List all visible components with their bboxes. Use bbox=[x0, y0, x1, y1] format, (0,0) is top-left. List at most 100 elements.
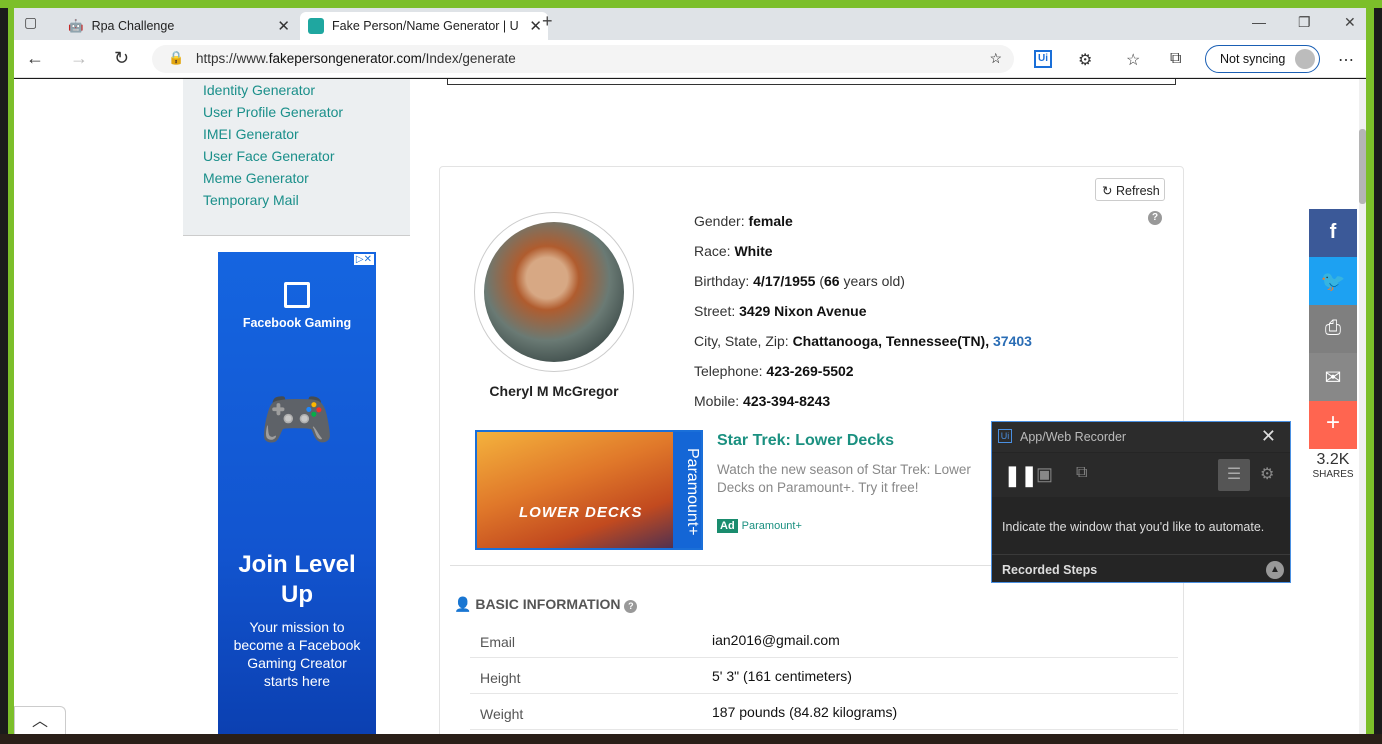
top-ad-frame bbox=[447, 79, 1176, 85]
person-name: Cheryl M McGregor bbox=[489, 383, 619, 399]
tab-title: Rpa Challenge bbox=[91, 19, 175, 33]
recorded-steps-panel[interactable]: Recorded Steps ▲ bbox=[992, 554, 1290, 584]
window-border-top bbox=[0, 0, 1382, 8]
ad-badge: Ad bbox=[717, 519, 738, 533]
facebook-gaming-ad[interactable]: ▷✕ Facebook Gaming 🎮 Join Level Up Your … bbox=[218, 252, 376, 734]
row-label: Height bbox=[480, 670, 521, 686]
save-icon[interactable]: ▣ bbox=[1036, 464, 1053, 485]
screen: ▢ 🤖 Rpa Challenge ✕ Fake Person/Name Gen… bbox=[0, 0, 1382, 744]
tab-fake-person-generator[interactable]: Fake Person/Name Generator | U ✕ bbox=[300, 12, 548, 40]
extensions-icon[interactable]: ⚙ bbox=[1078, 50, 1092, 70]
nav-link-temporary-mail[interactable]: Temporary Mail bbox=[203, 192, 299, 208]
basic-information-heading: 👤 BASIC INFORMATION ? bbox=[454, 596, 638, 613]
gender-field: Gender: female bbox=[694, 213, 793, 229]
email-share-button[interactable]: ✉ bbox=[1309, 353, 1357, 401]
table-row: Height 5' 3" (161 centimeters) bbox=[470, 658, 1178, 694]
refresh-label: Refresh bbox=[1115, 184, 1160, 198]
pause-icon[interactable]: ❚❚ bbox=[1004, 463, 1038, 488]
user-icon: 👤 bbox=[454, 596, 472, 612]
minimize-icon[interactable]: — bbox=[1252, 14, 1266, 30]
back-icon[interactable]: ← bbox=[26, 48, 44, 69]
close-tab-icon[interactable]: ✕ bbox=[529, 17, 542, 35]
birthday-field: Birthday: 4/17/1955 (66 years old) bbox=[694, 273, 905, 289]
address-toolbar: ← → ↻ 🔒 https://www.fakepersongenerator.… bbox=[14, 40, 1366, 78]
app-web-recorder-window: Ui App/Web Recorder ✕ ❚❚ ▣ ⧉ ☰ ⚙ Indicat… bbox=[991, 421, 1291, 583]
nav-link-user-profile-generator[interactable]: User Profile Generator bbox=[203, 104, 343, 120]
reload-icon[interactable]: ↻ bbox=[114, 48, 129, 69]
ad-attribution[interactable]: Ad Paramount+ bbox=[717, 519, 806, 533]
favorite-add-icon[interactable]: ☆ bbox=[989, 50, 1002, 67]
more-menu-icon[interactable]: ⋯ bbox=[1338, 50, 1354, 70]
refresh-button[interactable]: ↻ Refresh bbox=[1095, 178, 1165, 201]
avatar bbox=[474, 212, 634, 372]
row-value: 5' 3" (161 centimeters) bbox=[712, 668, 852, 684]
steps-list-icon[interactable]: ☰ bbox=[1218, 459, 1250, 491]
lock-icon: 🔒 bbox=[168, 50, 185, 65]
scroll-to-top-button[interactable]: ︿ bbox=[14, 706, 66, 734]
zip-link[interactable]: 37403 bbox=[993, 333, 1032, 349]
table-row: Weight 187 pounds (84.82 kilograms) bbox=[470, 694, 1178, 730]
ad-description: Watch the new season of Star Trek: Lower… bbox=[717, 462, 971, 495]
row-value: ian2016@gmail.com bbox=[712, 632, 840, 648]
close-window-icon[interactable]: ✕ bbox=[1344, 14, 1356, 31]
ad-title-link[interactable]: Star Trek: Lower Decks bbox=[717, 432, 894, 450]
restore-icon[interactable]: ❐ bbox=[1298, 14, 1311, 31]
help-icon[interactable]: ? bbox=[1148, 211, 1162, 225]
ad-choices-icon[interactable]: ▷✕ bbox=[353, 254, 374, 265]
ad-headline: Join Level Up bbox=[238, 551, 356, 608]
site-favicon-icon bbox=[308, 18, 324, 34]
chevron-up-icon: ︿ bbox=[31, 713, 48, 730]
facebook-share-button[interactable]: f bbox=[1309, 209, 1357, 257]
race-field: Race: White bbox=[694, 243, 773, 259]
street-field: Street: 3429 Nixon Avenue bbox=[694, 303, 867, 319]
table-row: Email ian2016@gmail.com bbox=[470, 622, 1178, 658]
gamepad-wings-icon: 🎮 bbox=[259, 386, 335, 453]
nav-link-imei-generator[interactable]: IMEI Generator bbox=[203, 126, 299, 142]
row-value: 187 pounds (84.82 kilograms) bbox=[712, 704, 898, 720]
sync-label: Not syncing bbox=[1220, 52, 1286, 66]
ad-body: Your mission to become a Facebook Gaming… bbox=[233, 619, 361, 689]
address-bar[interactable]: 🔒 https://www.fakepersongenerator.com/In… bbox=[152, 45, 1014, 73]
city-state-zip-field: City, State, Zip: Chattanooga, Tennessee… bbox=[694, 333, 1032, 349]
star-trek-ad-image[interactable]: LOWER DECKS Paramount+ bbox=[475, 430, 703, 550]
collections-icon[interactable]: ⧉ bbox=[1170, 50, 1181, 68]
ad-brand: Facebook Gaming bbox=[242, 316, 352, 330]
url-text: https://www.fakepersongenerator.com/Inde… bbox=[196, 51, 516, 66]
uipath-logo-icon: Ui bbox=[998, 429, 1012, 443]
scrollbar-thumb[interactable] bbox=[1359, 129, 1366, 204]
tab-rpa-challenge[interactable]: 🤖 Rpa Challenge ✕ bbox=[60, 12, 296, 40]
row-label: Weight bbox=[480, 706, 524, 722]
new-tab-icon[interactable]: + bbox=[542, 11, 553, 32]
recorded-steps-label: Recorded Steps bbox=[1002, 563, 1098, 577]
twitter-share-button[interactable]: 🐦 bbox=[1309, 257, 1357, 305]
refresh-icon: ↻ bbox=[1102, 184, 1113, 198]
settings-icon[interactable]: ⚙ bbox=[1260, 464, 1274, 484]
nav-link-user-face-generator[interactable]: User Face Generator bbox=[203, 148, 335, 164]
close-tab-icon[interactable]: ✕ bbox=[277, 17, 290, 35]
close-icon[interactable]: ✕ bbox=[1261, 426, 1276, 447]
uipath-extension-icon[interactable]: Ui bbox=[1034, 50, 1052, 68]
chevron-up-icon[interactable]: ▲ bbox=[1266, 561, 1284, 579]
forward-icon[interactable]: → bbox=[70, 48, 88, 69]
facebook-gaming-logo-icon bbox=[284, 282, 310, 308]
recorder-header: Ui App/Web Recorder ✕ bbox=[992, 422, 1290, 452]
help-icon[interactable]: ? bbox=[624, 600, 638, 613]
window-icon[interactable]: ⧉ bbox=[1076, 464, 1087, 482]
print-share-button[interactable]: ⎙ bbox=[1309, 305, 1357, 353]
nav-link-meme-generator[interactable]: Meme Generator bbox=[203, 170, 309, 186]
robot-icon: 🤖 bbox=[68, 18, 84, 33]
tab-actions-icon[interactable]: ▢ bbox=[24, 14, 37, 31]
tab-title: Fake Person/Name Generator | U bbox=[332, 19, 519, 33]
share-bar: f 🐦 ⎙ ✉ + 3.2K SHARES bbox=[1309, 209, 1357, 480]
more-share-button[interactable]: + bbox=[1309, 401, 1357, 449]
page-scrollbar[interactable] bbox=[1359, 79, 1366, 734]
telephone-field: Telephone: 423-269-5502 bbox=[694, 363, 854, 379]
profile-sync-button[interactable]: Not syncing bbox=[1205, 45, 1320, 73]
browser-titlebar: ▢ 🤖 Rpa Challenge ✕ Fake Person/Name Gen… bbox=[14, 8, 1366, 40]
web-page: Identity Generator User Profile Generato… bbox=[14, 79, 1359, 734]
recorder-message: Indicate the window that you'd like to a… bbox=[1002, 520, 1265, 534]
recorder-toolbar: ❚❚ ▣ ⧉ ☰ ⚙ bbox=[992, 453, 1290, 497]
share-count: 3.2K bbox=[1316, 451, 1350, 468]
favorites-icon[interactable]: ☆ bbox=[1126, 50, 1140, 70]
nav-link-identity-generator[interactable]: Identity Generator bbox=[203, 82, 315, 98]
